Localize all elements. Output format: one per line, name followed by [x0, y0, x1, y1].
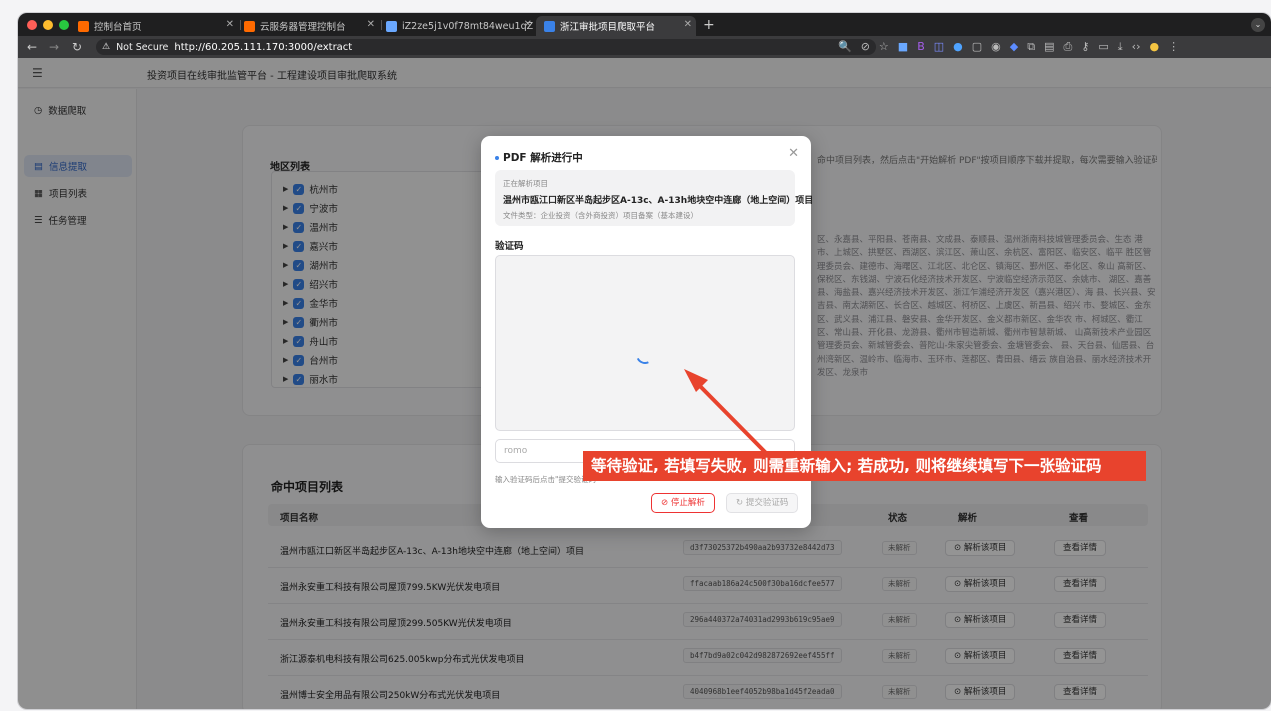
tab-label: 控制台首页 — [94, 22, 142, 33]
close-icon[interactable]: ✕ — [367, 19, 375, 30]
profile-icon[interactable]: ● — [1149, 40, 1159, 54]
arrow-shaft — [692, 378, 768, 455]
annotation-banner: 等待验证, 若填写失败, 则需重新输入; 若成功, 则将继续填写下一张验证码 — [583, 451, 1146, 481]
key-icon[interactable]: ⚷ — [1081, 40, 1089, 54]
warning-icon: ⚠ — [102, 42, 111, 52]
tab-console-home[interactable]: 控制台首页 ✕ — [78, 16, 238, 36]
tab-approval-platform[interactable]: 浙江审批项目爬取平台 ✕ — [536, 16, 696, 36]
sidebar-icon[interactable]: ▭ — [1098, 40, 1108, 54]
extension-icon[interactable]: ● — [953, 40, 963, 54]
close-icon[interactable]: ✕ — [226, 19, 234, 30]
forward-icon[interactable]: → — [49, 40, 59, 54]
tab-menu-icon[interactable]: ⌄ — [1251, 18, 1265, 32]
page: ☰ 投资项目在线审批监管平台 - 工程建设项目审批爬取系统 ◷ 数据爬取 ▤ 信… — [18, 58, 1271, 709]
app-icon — [544, 20, 555, 32]
extension-icon[interactable]: ■ — [898, 40, 908, 54]
maximize-window-icon[interactable] — [59, 20, 69, 30]
close-icon[interactable]: ✕ — [684, 19, 692, 30]
tab-separator — [381, 20, 382, 30]
address-bar: ← → ↻ ⚠ Not Secure http://60.205.111.170… — [18, 36, 1271, 58]
code-icon[interactable]: ‹› — [1132, 40, 1141, 54]
puzzle-icon[interactable]: ⧉ — [1027, 40, 1035, 54]
close-icon[interactable]: ✕ — [524, 19, 532, 30]
console-icon — [78, 20, 89, 32]
tab-server-console[interactable]: 云服务器管理控制台 ✕ — [244, 16, 379, 36]
console-icon — [244, 20, 255, 32]
back-icon[interactable]: ← — [27, 40, 37, 54]
tab-label: iZ2ze5j1v0f78mt84weu1qZ - — [402, 20, 536, 32]
terminal-icon — [386, 20, 397, 32]
new-tab-icon[interactable]: + — [703, 17, 715, 33]
reload-icon[interactable]: ↻ — [72, 40, 82, 54]
more-icon[interactable]: ⋮ — [1168, 40, 1179, 54]
tab-separator — [240, 20, 241, 30]
download-icon[interactable]: ⤓ — [1118, 40, 1123, 54]
extension-icon[interactable]: ◆ — [1010, 40, 1018, 54]
tab-terminal[interactable]: iZ2ze5j1v0f78mt84weu1qZ - ✕ — [386, 16, 536, 36]
bookmark-icon[interactable]: ☆ — [879, 40, 889, 54]
extension-icon[interactable]: B — [917, 40, 925, 54]
tab-label: 云服务器管理控制台 — [260, 22, 346, 33]
extension-icon[interactable]: ◫ — [934, 40, 944, 54]
zoom-icon[interactable]: 🔍 — [838, 40, 852, 54]
extension-icon[interactable]: ◉ — [991, 40, 1001, 54]
hide-icon[interactable]: ⊘ — [861, 40, 870, 54]
close-window-icon[interactable] — [27, 20, 37, 30]
not-secure-label: Not Secure — [116, 41, 169, 53]
tab-bar: 控制台首页 ✕ 云服务器管理控制台 ✕ iZ2ze5j1v0f78mt84weu… — [18, 13, 1271, 36]
extension-icon[interactable]: ▢ — [972, 40, 982, 54]
minimize-window-icon[interactable] — [43, 20, 53, 30]
tab-label: 浙江审批项目爬取平台 — [560, 22, 656, 33]
extension-icon[interactable]: ▤ — [1044, 40, 1054, 54]
browser-window: 控制台首页 ✕ 云服务器管理控制台 ✕ iZ2ze5j1v0f78mt84weu… — [18, 13, 1271, 709]
extension-toolbar: 🔍 ⊘ ☆ ■ B ◫ ● ▢ ◉ ◆ ⧉ ▤ ⎙ ⚷ ▭ ⤓ ‹› ● ⋮ — [838, 40, 1179, 54]
url-field[interactable]: ⚠ Not Secure http://60.205.111.170:3000/… — [96, 39, 876, 55]
annotation-arrow — [684, 369, 768, 455]
url-text: http://60.205.111.170:3000/extract — [174, 41, 353, 53]
print-icon[interactable]: ⎙ — [1064, 40, 1073, 54]
